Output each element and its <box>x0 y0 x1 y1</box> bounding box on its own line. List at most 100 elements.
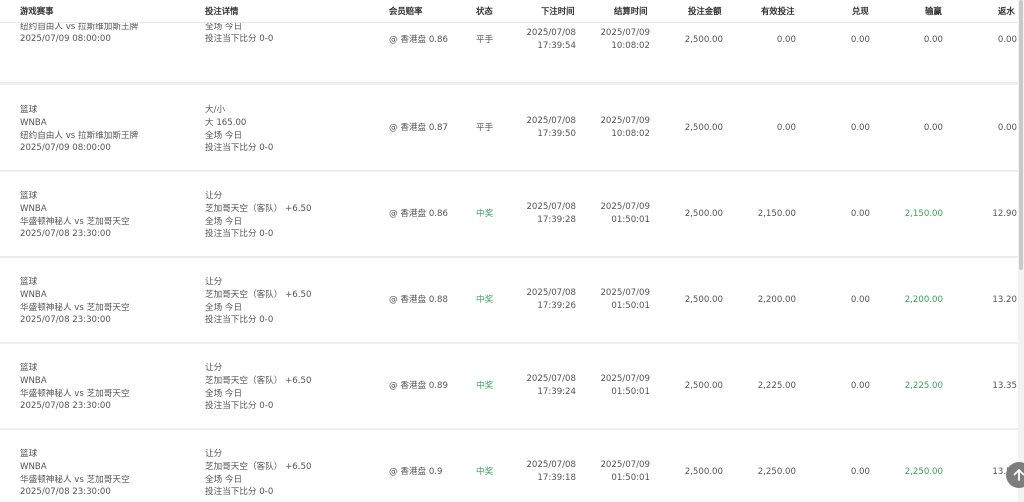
header-amount: 投注金额 <box>688 6 722 16</box>
bet-period: 全场 今日 <box>205 474 243 485</box>
settle-clock: 01:50:01 <box>611 472 650 483</box>
cashout-value: 0.00 <box>850 209 870 219</box>
settle-clock: 01:50:01 <box>611 386 650 397</box>
header-valid: 有效投注 <box>761 6 795 16</box>
status-badge: 平手 <box>476 123 494 133</box>
bet-date: 2025/07/08 <box>526 202 576 212</box>
rebate-value: 13.20 <box>992 295 1017 305</box>
status-badge: 中奖 <box>476 381 494 391</box>
settle-clock: 10:08:02 <box>611 40 650 51</box>
bet-score: 投注当下比分 0-0 <box>205 34 274 45</box>
bet-clock: 17:39:26 <box>537 300 576 311</box>
bet-selection: 芝加哥天空（客队） +6.50 <box>205 203 312 214</box>
bet-type: 大/小 <box>205 105 226 115</box>
status-badge: 中奖 <box>476 295 494 305</box>
settle-time-cell: 2025/07/09 01:50:01 <box>590 459 650 485</box>
settle-clock: 01:50:01 <box>611 214 650 225</box>
header-details: 投注详情 <box>205 6 239 16</box>
bet-type: 让分 <box>205 277 223 287</box>
match-time: 2025/07/08 23:30:00 <box>20 229 111 240</box>
match-name: 华盛顿神秘人 vs 芝加哥天空 <box>20 302 130 313</box>
bet-clock: 17:39:18 <box>537 472 576 483</box>
bet-clock: 17:39:50 <box>537 128 576 139</box>
win-loss-value: 0.00 <box>923 35 943 45</box>
bet-date: 2025/07/08 <box>526 374 576 384</box>
bet-row: 篮球 WNBA 纽约自由人 vs 拉斯维加斯王牌 2025/07/09 08:0… <box>0 86 1018 171</box>
event-cell: 篮球 WNBA 纽约自由人 vs 拉斯维加斯王牌 2025/07/09 08:0… <box>20 104 138 155</box>
odds-value: @ 香港盘 0.86 <box>389 209 448 219</box>
header-win-loss: 输赢 <box>925 6 942 16</box>
bet-time-cell: 2025/07/08 17:39:54 <box>516 27 576 53</box>
scrollbar-thumb[interactable] <box>1019 0 1023 270</box>
bet-period: 全场 今日 <box>205 130 243 141</box>
match-time: 2025/07/08 23:30:00 <box>20 401 111 412</box>
bet-time-cell: 2025/07/08 17:39:24 <box>516 373 576 399</box>
valid-value: 0.00 <box>776 35 796 45</box>
league-name: WNBA <box>20 461 47 472</box>
odds-value: @ 香港盘 0.87 <box>389 123 448 133</box>
sport-name: 篮球 <box>20 191 38 201</box>
event-cell: 篮球 WNBA 华盛顿神秘人 vs 芝加哥天空 2025/07/08 23:30… <box>20 276 130 327</box>
details-cell: 让分 芝加哥天空（客队） +6.50 全场 今日 投注当下比分 0-0 <box>205 362 311 413</box>
details-cell: 让分 芝加哥天空（客队） +6.50 全场 今日 投注当下比分 0-0 <box>205 448 311 499</box>
match-time: 2025/07/08 23:30:00 <box>20 315 111 326</box>
status-badge: 中奖 <box>476 467 494 477</box>
sport-name: 篮球 <box>20 277 38 287</box>
bet-selection: 芝加哥天空（客队） +6.50 <box>205 461 312 472</box>
rebate-value: 13.35 <box>992 381 1017 391</box>
valid-value: 2,150.00 <box>757 209 796 219</box>
league-name: WNBA <box>20 375 47 386</box>
bet-date: 2025/07/08 <box>526 116 576 126</box>
win-loss-value: 2,225.00 <box>904 381 943 391</box>
settle-date: 2025/07/09 <box>600 202 650 212</box>
cashout-value: 0.00 <box>850 123 870 133</box>
match-name: 华盛顿神秘人 vs 芝加哥天空 <box>20 216 130 227</box>
settle-time-cell: 2025/07/09 01:50:01 <box>590 287 650 313</box>
bet-row: 篮球 WNBA 华盛顿神秘人 vs 芝加哥天空 2025/07/08 23:30… <box>0 258 1018 343</box>
settle-date: 2025/07/09 <box>600 28 650 38</box>
details-cell: 让分 芝加哥天空（客队） +6.50 全场 今日 投注当下比分 0-0 <box>205 190 311 241</box>
win-loss-value: 2,150.00 <box>904 209 943 219</box>
bet-clock: 17:39:24 <box>537 386 576 397</box>
match-time: 2025/07/08 23:30:00 <box>20 487 111 498</box>
cashout-value: 0.00 <box>850 295 870 305</box>
table-header: 游戏赛事 投注详情 会员赔率 状态 下注时间 结算时间 投注金额 有效投注 兑现… <box>0 0 1018 23</box>
bet-score: 投注当下比分 0-0 <box>205 487 274 498</box>
match-time: 2025/07/09 08:00:00 <box>20 143 111 154</box>
bet-score: 投注当下比分 0-0 <box>205 229 274 240</box>
bet-period: 全场 今日 <box>205 388 243 399</box>
settle-clock: 10:08:02 <box>611 128 650 139</box>
header-cashout: 兑现 <box>852 6 869 16</box>
header-bet-time: 下注时间 <box>541 6 575 16</box>
match-name: 华盛顿神秘人 vs 芝加哥天空 <box>20 474 130 485</box>
amount-value: 2,500.00 <box>684 295 723 305</box>
settle-date: 2025/07/09 <box>600 116 650 126</box>
cashout-value: 0.00 <box>850 467 870 477</box>
event-cell: 篮球 WNBA 华盛顿神秘人 vs 芝加哥天空 2025/07/08 23:30… <box>20 448 130 499</box>
status-badge: 平手 <box>476 35 494 45</box>
league-name: WNBA <box>20 289 47 300</box>
bet-row: 篮球 WNBA 华盛顿神秘人 vs 芝加哥天空 2025/07/08 23:30… <box>0 172 1018 257</box>
odds-value: @ 香港盘 0.9 <box>389 467 443 477</box>
bet-period: 全场 今日 <box>205 216 243 227</box>
bet-date: 2025/07/08 <box>526 288 576 298</box>
bet-selection: 大 165.00 <box>205 117 247 128</box>
arrow-up-icon <box>1013 469 1024 481</box>
header-odds: 会员赔率 <box>389 6 423 16</box>
odds-value: @ 香港盘 0.86 <box>389 35 448 45</box>
bet-selection: 芝加哥天空（客队） +6.50 <box>205 375 312 386</box>
odds-value: @ 香港盘 0.89 <box>389 381 448 391</box>
header-status: 状态 <box>476 6 493 16</box>
settle-time-cell: 2025/07/09 10:08:02 <box>590 115 650 141</box>
bet-date: 2025/07/08 <box>526 460 576 470</box>
win-loss-value: 0.00 <box>923 123 943 133</box>
bet-type: 让分 <box>205 449 223 459</box>
league-name: WNBA <box>20 117 47 128</box>
vertical-scrollbar[interactable] <box>1018 0 1024 502</box>
cashout-value: 0.00 <box>850 381 870 391</box>
bet-time-cell: 2025/07/08 17:39:50 <box>516 115 576 141</box>
settle-date: 2025/07/09 <box>600 460 650 470</box>
bet-row: 篮球 WNBA 华盛顿神秘人 vs 芝加哥天空 2025/07/08 23:30… <box>0 344 1018 429</box>
cashout-value: 0.00 <box>850 35 870 45</box>
win-loss-value: 2,200.00 <box>904 295 943 305</box>
